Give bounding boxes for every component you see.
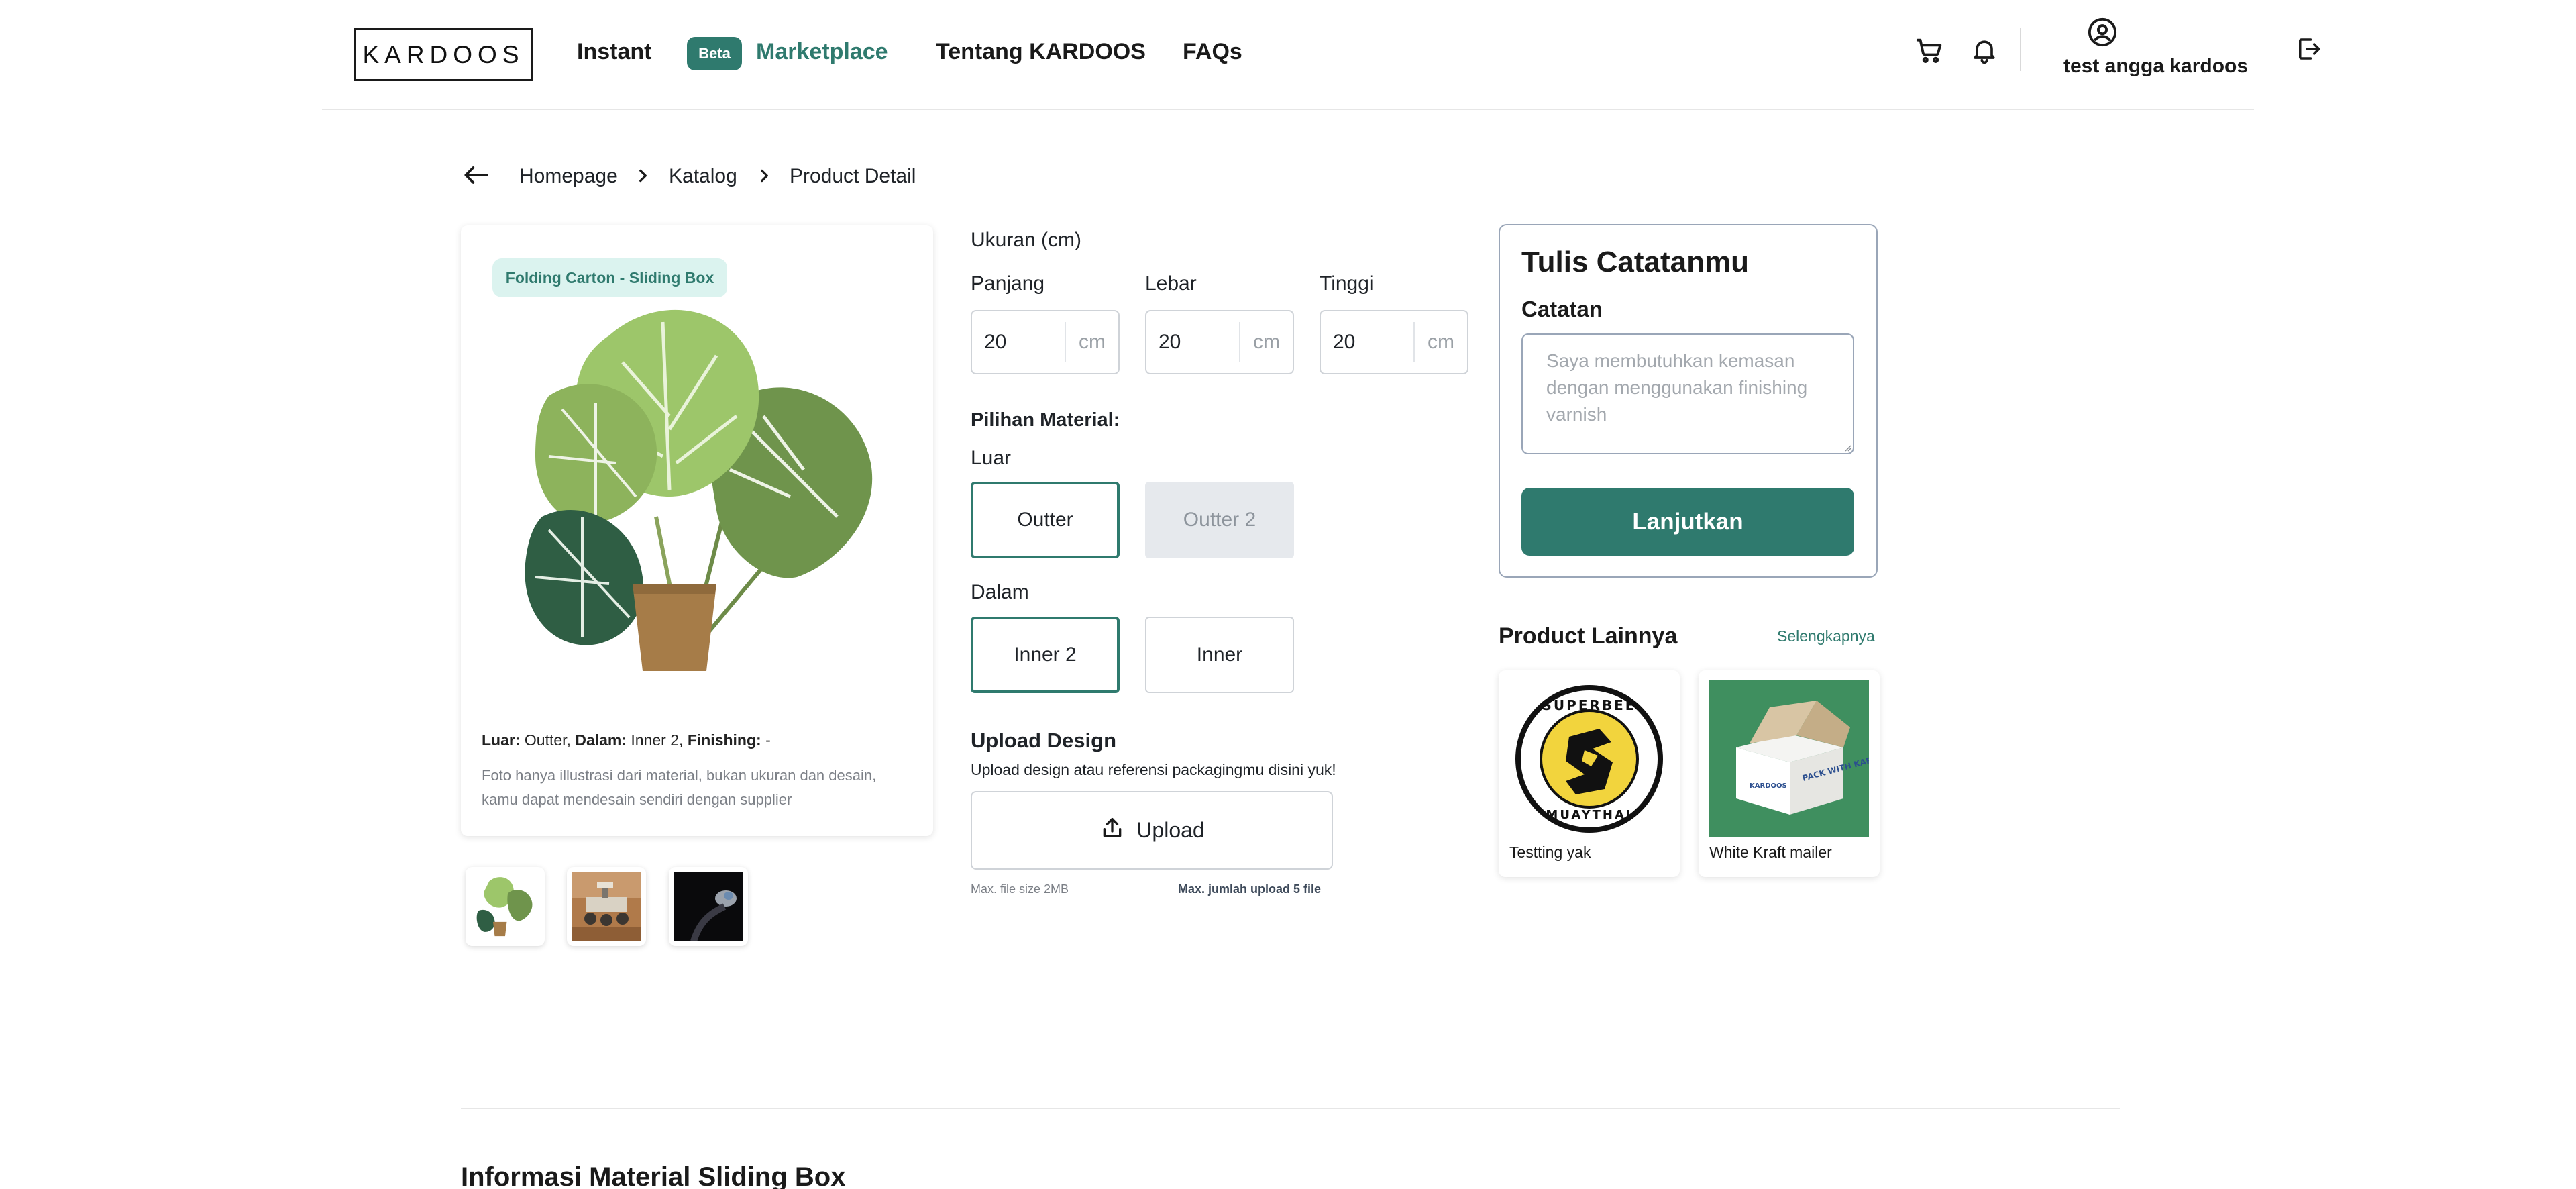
monstera-plant-image bbox=[522, 295, 891, 684]
thumbnail-rover[interactable] bbox=[567, 867, 646, 946]
height-unit: cm bbox=[1428, 331, 1454, 353]
beta-badge: Beta bbox=[687, 37, 742, 70]
width-unit: cm bbox=[1253, 331, 1280, 353]
resize-grip-icon[interactable] bbox=[1843, 443, 1851, 452]
user-circle-icon[interactable] bbox=[2086, 16, 2118, 48]
outer-label: Luar bbox=[971, 447, 1012, 469]
breadcrumb-homepage[interactable]: Homepage bbox=[519, 165, 618, 188]
breadcrumb-product-detail: Product Detail bbox=[790, 165, 916, 187]
upload-button[interactable]: Upload bbox=[971, 791, 1333, 870]
back-arrow-icon[interactable] bbox=[460, 160, 491, 191]
nav-instant[interactable]: Instant bbox=[577, 39, 651, 65]
length-unit: cm bbox=[1079, 331, 1106, 353]
photo-disclaimer: Foto hanya illustrasi dari material, buk… bbox=[482, 767, 877, 808]
length-label: Panjang bbox=[971, 272, 1045, 295]
product-name-white-kraft-mailer[interactable]: White Kraft mailer bbox=[1709, 843, 1832, 862]
upload-title: Upload Design bbox=[971, 729, 1117, 752]
chevron-right-icon bbox=[755, 166, 773, 185]
thumbnail-dark-photo[interactable] bbox=[669, 867, 748, 946]
material-title: Pilihan Material: bbox=[971, 409, 1120, 431]
width-input[interactable]: 20 cm bbox=[1145, 310, 1294, 374]
material-spec-summary: Luar: Outter, Dalam: Inner 2, Finishing:… bbox=[482, 731, 771, 749]
nav-marketplace[interactable]: Marketplace bbox=[756, 39, 888, 65]
product-name-testting-yak[interactable]: Testting yak bbox=[1509, 843, 1591, 862]
inner-option-inner-2[interactable]: Inner 2 bbox=[971, 617, 1120, 693]
user-name[interactable]: test angga kardoos bbox=[2063, 55, 2248, 78]
width-label: Lebar bbox=[1145, 272, 1197, 295]
spec-finishing-label: Finishing: bbox=[687, 731, 761, 749]
bell-icon[interactable] bbox=[1968, 34, 2001, 67]
product-type-badge: Folding Carton - Sliding Box bbox=[492, 258, 727, 297]
logo-text-bottom: MUAYTHAI bbox=[1546, 808, 1632, 822]
spec-luar-label: Luar: bbox=[482, 731, 521, 749]
upload-max-count-value: 5 file bbox=[1293, 882, 1322, 896]
header-divider-line bbox=[322, 109, 2254, 110]
notes-title: Tulis Catatanmu bbox=[1521, 246, 1750, 278]
height-value[interactable]: 20 bbox=[1321, 331, 1413, 354]
notes-label: Catatan bbox=[1521, 297, 1603, 321]
chevron-right-icon bbox=[633, 166, 652, 185]
nav-faqs[interactable]: FAQs bbox=[1183, 39, 1242, 65]
inner-label: Dalam bbox=[971, 581, 1029, 603]
superbee-logo-image: SUPERBEE MUAYTHAI bbox=[1509, 680, 1669, 837]
see-more-link[interactable]: Selengkapnya bbox=[1777, 627, 1875, 645]
outer-option-outter-2: Outter 2 bbox=[1145, 482, 1294, 558]
spec-dalam-label: Dalam: bbox=[575, 731, 627, 749]
other-products-title: Product Lainnya bbox=[1499, 623, 1678, 649]
nav-about[interactable]: Tentang KARDOOS bbox=[936, 39, 1146, 65]
upload-subtitle: Upload design atau referensi packagingmu… bbox=[971, 761, 1336, 778]
size-title: Ukuran (cm) bbox=[971, 229, 1082, 251]
height-label: Tinggi bbox=[1320, 272, 1374, 295]
width-value[interactable]: 20 bbox=[1146, 331, 1239, 354]
spec-dalam-value: Inner 2, bbox=[631, 731, 684, 749]
section-divider bbox=[461, 1108, 2120, 1109]
length-input[interactable]: 20 cm bbox=[971, 310, 1120, 374]
spec-finishing-value: - bbox=[765, 731, 771, 749]
thumbnail-plant[interactable] bbox=[466, 867, 545, 946]
kardoos-logo[interactable]: KARDOOS bbox=[354, 28, 533, 81]
material-info-title: Informasi Material Sliding Box bbox=[461, 1162, 846, 1189]
breadcrumb-katalog[interactable]: Katalog bbox=[669, 165, 737, 188]
white-box-image: PACK WITH KARDOOS KARDOOS bbox=[1709, 680, 1869, 837]
upload-button-label: Upload bbox=[1136, 818, 1205, 842]
upload-max-count: Max. jumlah upload 5 file bbox=[1178, 882, 1321, 896]
cart-icon[interactable] bbox=[1913, 34, 1946, 67]
upload-max-count-prefix: Max. jumlah upload bbox=[1178, 882, 1291, 896]
header-divider bbox=[2020, 28, 2021, 71]
upload-icon bbox=[1099, 815, 1126, 847]
upload-max-size: Max. file size 2MB bbox=[971, 882, 1069, 896]
logo-text-top: SUPERBEE bbox=[1542, 697, 1637, 713]
outer-option-outter[interactable]: Outter bbox=[971, 482, 1120, 558]
box-brand-text: KARDOOS bbox=[1750, 782, 1787, 790]
continue-button[interactable]: Lanjutkan bbox=[1521, 488, 1854, 556]
length-value[interactable]: 20 bbox=[972, 331, 1065, 354]
notes-placeholder: Saya membutuhkan kemasan dengan mengguna… bbox=[1546, 350, 1808, 425]
height-input[interactable]: 20 cm bbox=[1320, 310, 1468, 374]
logout-icon[interactable] bbox=[2293, 34, 2324, 64]
spec-luar-value: Outter, bbox=[524, 731, 571, 749]
inner-option-inner[interactable]: Inner bbox=[1145, 617, 1294, 693]
